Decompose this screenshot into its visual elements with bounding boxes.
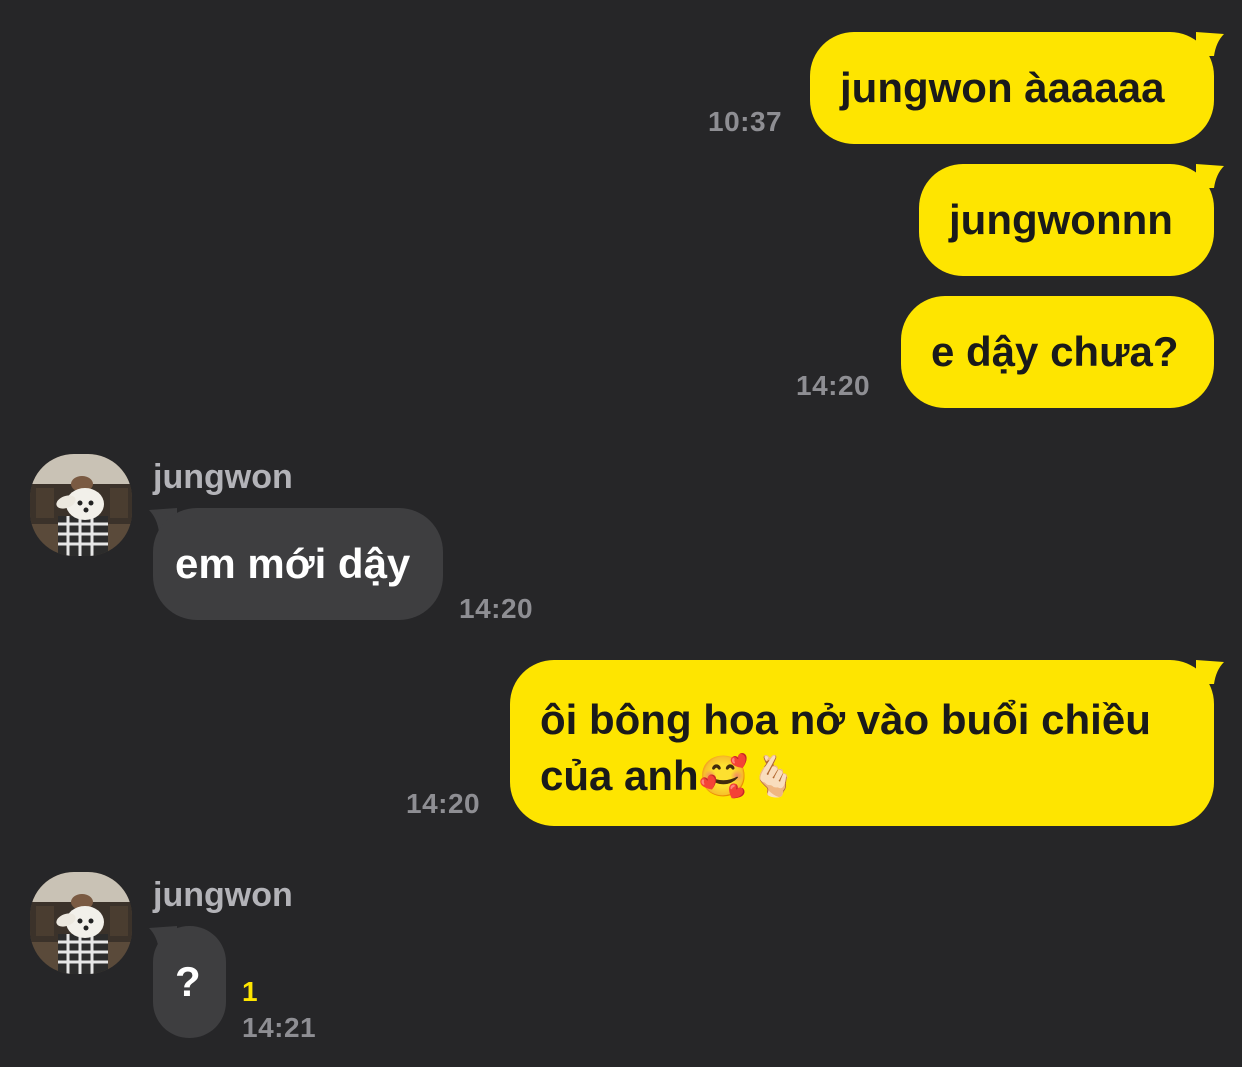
message-bubble-sent[interactable]: e dậy chưa? bbox=[901, 296, 1214, 408]
message-text: ? bbox=[175, 958, 201, 1005]
dog-avatar-icon bbox=[30, 872, 132, 974]
bubble-tail bbox=[1196, 660, 1224, 684]
bubble-tail bbox=[1196, 164, 1224, 188]
dog-avatar-icon bbox=[30, 454, 132, 556]
timestamp: 14:21 bbox=[242, 1012, 317, 1043]
message-bubble-sent[interactable]: jungwonnn bbox=[919, 164, 1214, 276]
message-bubble-received[interactable]: ? bbox=[153, 926, 226, 1038]
unread-count: 1 bbox=[242, 976, 258, 1007]
sender-name: jungwon bbox=[153, 458, 293, 496]
contact-avatar[interactable] bbox=[30, 872, 132, 974]
timestamp: 14:20 bbox=[796, 370, 871, 401]
message-bubble-sent[interactable]: jungwon àaaaaa bbox=[810, 32, 1214, 144]
message-text-line-1: ôi bông hoa nở vào buổi chiều bbox=[540, 696, 1151, 743]
message-bubble-sent[interactable]: ôi bông hoa nở vào buổi chiều của anh🥰🫰🏻 bbox=[510, 660, 1214, 826]
message-bubble-received[interactable]: em mới dậy bbox=[153, 508, 443, 620]
message-text: em mới dậy bbox=[175, 540, 411, 587]
emoji-smiling-hearts-finger-heart: 🥰🫰🏻 bbox=[698, 754, 799, 800]
contact-avatar[interactable] bbox=[30, 454, 132, 556]
timestamp: 14:20 bbox=[459, 593, 534, 624]
timestamp: 10:37 bbox=[708, 106, 783, 137]
message-text-line-2: của anh bbox=[540, 752, 699, 799]
message-text-line-2-wrap: của anh🥰🫰🏻 bbox=[540, 750, 798, 803]
message-text: jungwon àaaaaa bbox=[840, 64, 1165, 111]
timestamp: 14:20 bbox=[406, 788, 481, 819]
message-text: e dậy chưa? bbox=[931, 328, 1179, 375]
sender-name: jungwon bbox=[153, 876, 293, 914]
message-text: jungwonnn bbox=[949, 196, 1173, 243]
bubble-tail bbox=[1196, 32, 1224, 56]
